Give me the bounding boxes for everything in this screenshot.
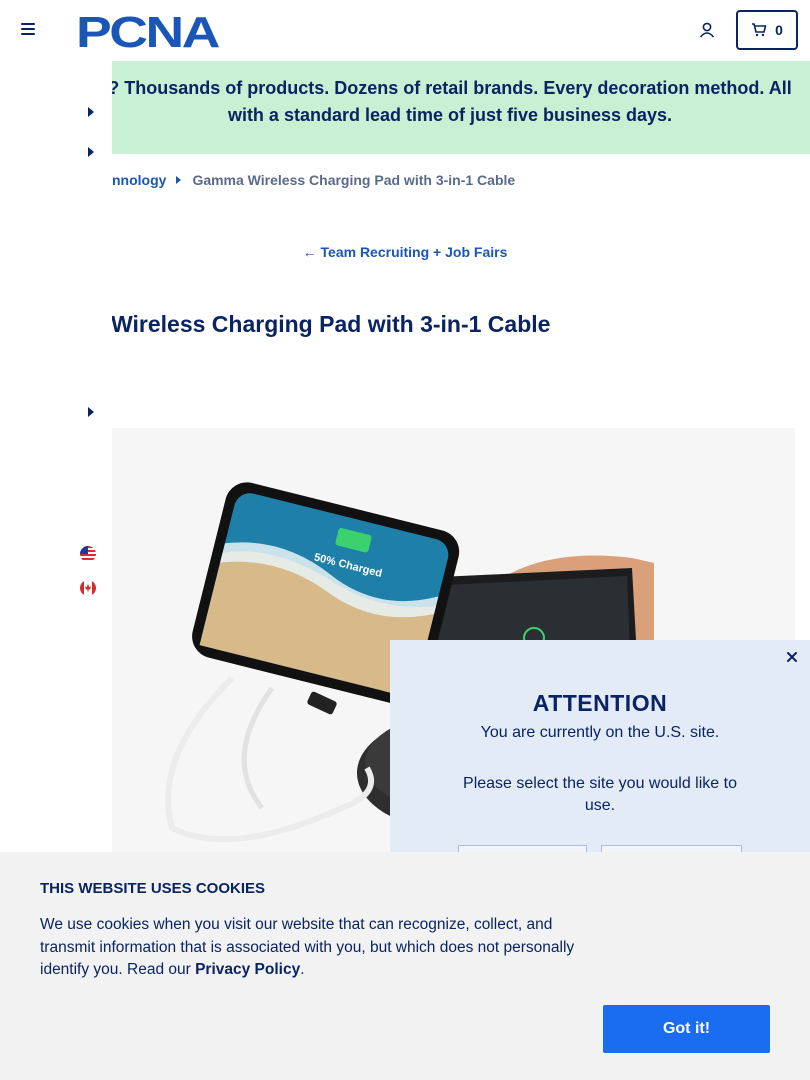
- chevron-right-icon[interactable]: [88, 407, 94, 417]
- chevron-right-icon[interactable]: [88, 107, 94, 117]
- us-flag-icon[interactable]: [80, 546, 96, 562]
- canada-flag-icon[interactable]: [80, 580, 96, 596]
- cookie-period: .: [300, 961, 305, 978]
- cookie-banner: THIS WEBSITE USES COOKIES We use cookies…: [0, 852, 810, 1080]
- cart-icon: [752, 23, 767, 37]
- close-icon[interactable]: [784, 649, 800, 665]
- site-header: PCNA 0: [0, 0, 810, 61]
- attention-select-prompt: Please select the site you would like to…: [463, 775, 737, 814]
- charging-cable: [165, 675, 375, 843]
- menu-icon[interactable]: [21, 23, 35, 36]
- attention-current-site: You are currently on the U.S. site.: [480, 724, 720, 741]
- cart-count: 0: [775, 22, 783, 38]
- cookie-text: We use cookies when you visit our websit…: [40, 914, 610, 982]
- back-link[interactable]: ← Team Recruiting + Job Fairs: [0, 244, 810, 260]
- region-attention-modal: ATTENTION You are currently on the U.S. …: [390, 640, 810, 885]
- breadcrumb-current: Gamma Wireless Charging Pad with 3-in-1 …: [192, 172, 516, 188]
- promo-text: ? Thousands of products. Dozens of retai…: [108, 78, 792, 125]
- accept-cookies-button[interactable]: Got it!: [603, 1005, 770, 1053]
- chevron-right-icon[interactable]: [88, 147, 94, 157]
- breadcrumb-link-technology[interactable]: nnology: [112, 172, 166, 188]
- charging-cable-2: [241, 686, 275, 810]
- cart-button[interactable]: 0: [736, 10, 798, 50]
- cookie-title: THIS WEBSITE USES COOKIES: [40, 880, 266, 897]
- usb-c-plug: [307, 691, 337, 715]
- breadcrumb: nnology Gamma Wireless Charging Pad with…: [112, 172, 515, 188]
- privacy-policy-link[interactable]: Privacy Policy: [195, 961, 300, 978]
- attention-title: ATTENTION: [532, 690, 668, 716]
- pcna-logo[interactable]: PCNA: [76, 10, 224, 52]
- svg-text:PCNA: PCNA: [76, 10, 219, 52]
- breadcrumb-caret-icon: [176, 176, 182, 184]
- promo-banner: ? Thousands of products. Dozens of retai…: [0, 61, 810, 154]
- page-title: Wireless Charging Pad with 3-in-1 Cable: [111, 311, 551, 337]
- cookie-body: We use cookies when you visit our websit…: [40, 916, 575, 978]
- account-icon[interactable]: [697, 20, 717, 40]
